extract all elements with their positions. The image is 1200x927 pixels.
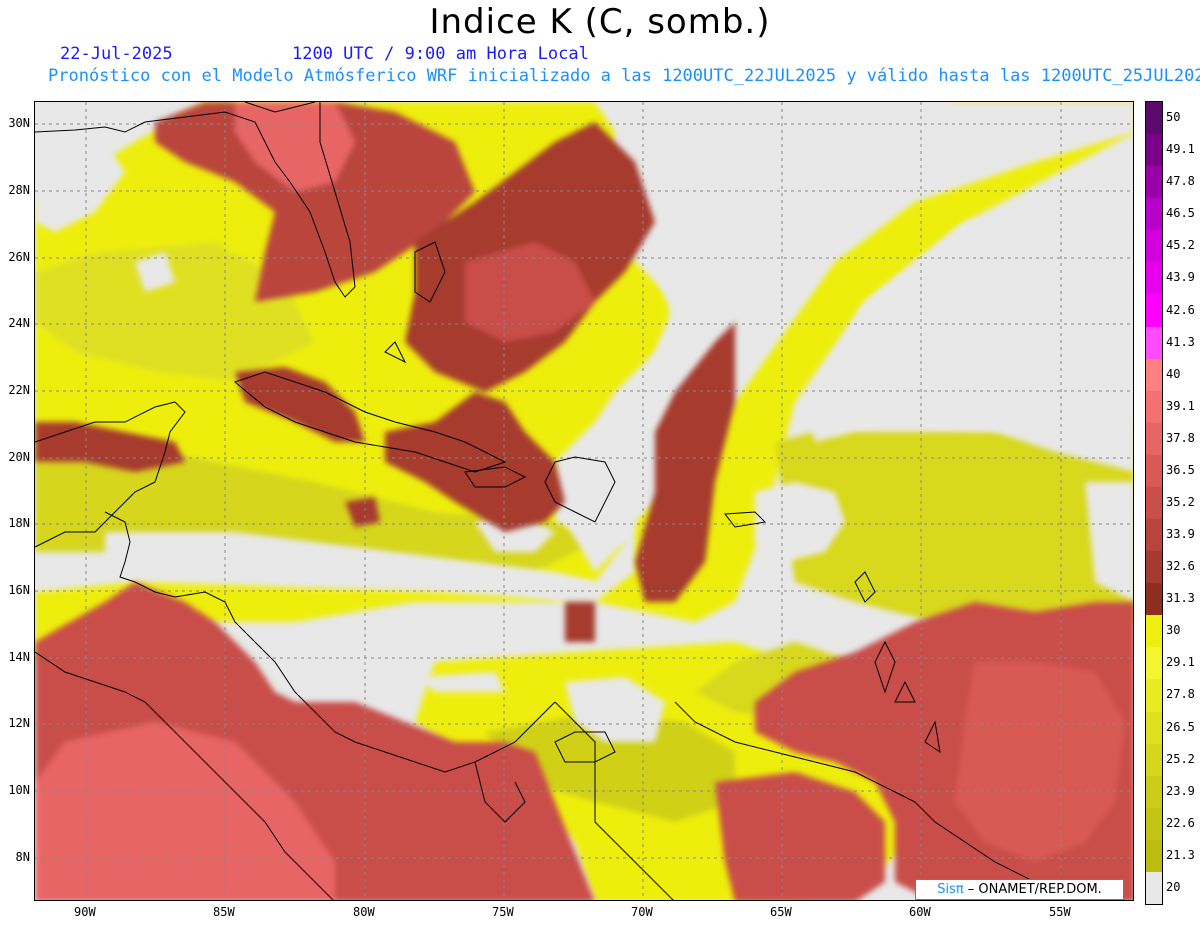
credit-box: Sisπ – ONAMET/REP.DOM. bbox=[915, 879, 1124, 900]
lat-label: 18N bbox=[8, 516, 30, 530]
color-swatch bbox=[1146, 583, 1162, 616]
color-swatch bbox=[1146, 294, 1162, 328]
color-scale-label: 20 bbox=[1166, 879, 1181, 894]
color-scale-label: 49.1 bbox=[1166, 142, 1195, 157]
color-swatch bbox=[1146, 871, 1162, 905]
forecast-date: 22-Jul-2025 bbox=[60, 44, 173, 64]
color-scale-label: 32.6 bbox=[1166, 559, 1195, 574]
color-scale-label: 21.3 bbox=[1166, 847, 1195, 862]
color-swatch bbox=[1146, 198, 1162, 231]
map-canvas bbox=[35, 102, 1133, 900]
color-scale-label: 25.2 bbox=[1166, 751, 1195, 766]
color-scale-label: 45.2 bbox=[1166, 238, 1195, 253]
color-swatch bbox=[1146, 743, 1162, 777]
color-swatch bbox=[1146, 134, 1162, 167]
color-scale-label: 27.8 bbox=[1166, 687, 1195, 702]
lon-label: 90W bbox=[74, 905, 96, 919]
lon-label: 55W bbox=[1049, 905, 1071, 919]
lat-label: 10N bbox=[8, 783, 30, 797]
color-swatch bbox=[1146, 102, 1162, 135]
color-scale-label: 46.5 bbox=[1166, 206, 1195, 221]
sispi-logo-text: Sisπ bbox=[937, 882, 964, 897]
lat-label: 16N bbox=[8, 583, 30, 597]
color-swatch bbox=[1146, 711, 1162, 745]
color-swatch bbox=[1146, 166, 1162, 199]
color-scale-label: 30 bbox=[1166, 623, 1181, 638]
color-swatch bbox=[1146, 422, 1162, 456]
lon-label: 80W bbox=[353, 905, 375, 919]
lat-label: 30N bbox=[8, 116, 30, 130]
lat-label: 26N bbox=[8, 250, 30, 264]
color-scale-label: 41.3 bbox=[1166, 334, 1195, 349]
map-title: Indice K (C, somb.) bbox=[429, 2, 771, 42]
color-swatch bbox=[1146, 647, 1162, 680]
lat-label: 12N bbox=[8, 716, 30, 730]
lon-label: 75W bbox=[492, 905, 514, 919]
color-swatch bbox=[1146, 839, 1162, 873]
lat-label: 24N bbox=[8, 316, 30, 330]
color-scale-label: 39.1 bbox=[1166, 398, 1195, 413]
k-index-map bbox=[34, 101, 1134, 901]
color-swatch bbox=[1146, 679, 1162, 713]
color-scale-label: 42.6 bbox=[1166, 302, 1195, 317]
color-swatch bbox=[1146, 807, 1162, 841]
color-swatch bbox=[1146, 615, 1162, 648]
color-swatch bbox=[1146, 775, 1162, 809]
color-scale-label: 33.9 bbox=[1166, 527, 1195, 542]
lat-label: 28N bbox=[8, 183, 30, 197]
color-scale-label: 31.3 bbox=[1166, 591, 1195, 606]
lat-label: 22N bbox=[8, 383, 30, 397]
color-scale-label: 29.1 bbox=[1166, 655, 1195, 670]
color-swatch bbox=[1146, 519, 1162, 552]
color-scale-label: 50 bbox=[1166, 110, 1181, 125]
color-swatch bbox=[1146, 326, 1162, 360]
lat-label: 20N bbox=[8, 450, 30, 464]
color-scale-label: 37.8 bbox=[1166, 430, 1195, 445]
color-scale-label: 26.5 bbox=[1166, 719, 1195, 734]
color-scale-bar bbox=[1145, 101, 1163, 905]
color-swatch bbox=[1146, 454, 1162, 488]
forecast-subtitle: Pronóstico con el Modelo Atmósferico WRF… bbox=[48, 66, 1200, 86]
color-scale-label: 47.8 bbox=[1166, 174, 1195, 189]
color-scale-label: 35.2 bbox=[1166, 495, 1195, 509]
color-scale-label: 23.9 bbox=[1166, 783, 1195, 798]
credit-text: – ONAMET/REP.DOM. bbox=[963, 882, 1102, 897]
color-swatch bbox=[1146, 230, 1162, 263]
color-swatch bbox=[1146, 262, 1162, 295]
lon-label: 85W bbox=[213, 905, 235, 919]
color-swatch bbox=[1146, 551, 1162, 584]
lon-label: 60W bbox=[909, 905, 931, 919]
lat-label: 8N bbox=[15, 850, 30, 864]
color-swatch bbox=[1146, 358, 1162, 392]
forecast-time: 1200 UTC / 9:00 am Hora Local bbox=[292, 44, 589, 64]
color-scale-label: 36.5 bbox=[1166, 462, 1195, 477]
color-scale-label: 43.9 bbox=[1166, 270, 1195, 285]
color-swatch bbox=[1146, 390, 1162, 424]
lon-label: 70W bbox=[631, 905, 653, 919]
lon-label: 65W bbox=[770, 905, 792, 919]
color-scale-label: 22.6 bbox=[1166, 815, 1195, 830]
color-swatch bbox=[1146, 486, 1162, 520]
lat-label: 14N bbox=[8, 650, 30, 664]
color-scale-label: 40 bbox=[1166, 366, 1181, 381]
